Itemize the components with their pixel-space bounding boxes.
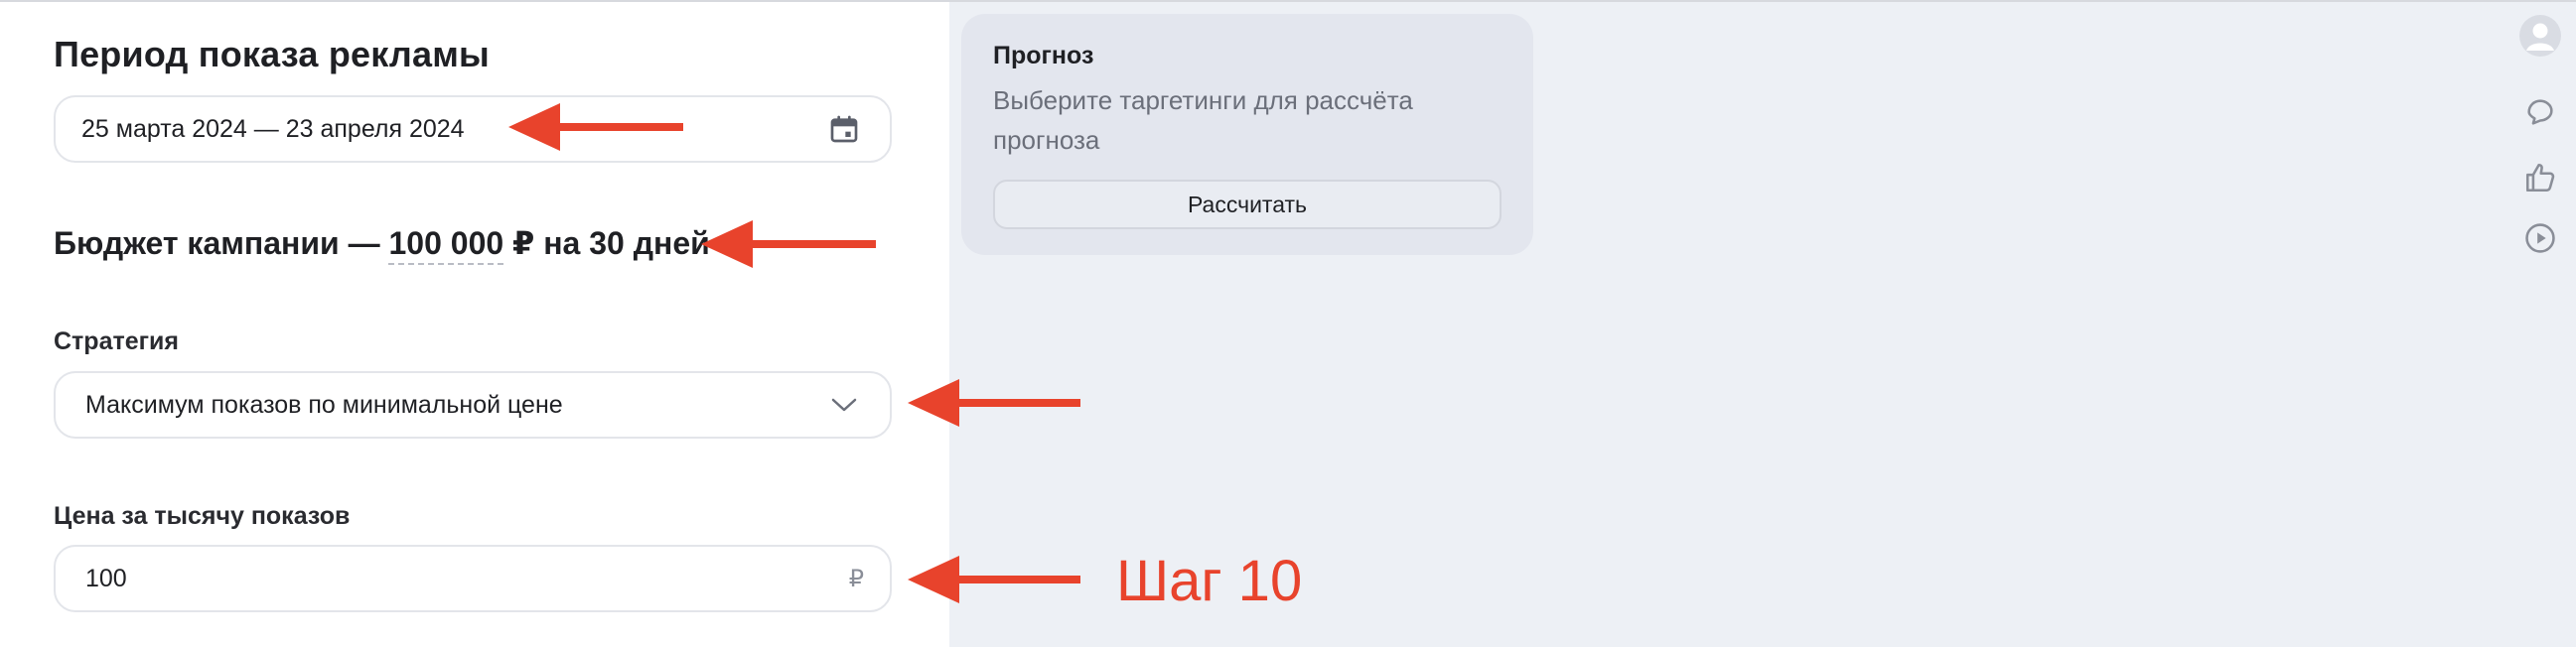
arrow-budget-annotation [701, 220, 876, 268]
arrow-date-annotation [508, 103, 683, 151]
strategy-label: Стратегия [54, 327, 179, 355]
strategy-selected-value: Максимум показов по минимальной цене [85, 390, 563, 419]
cpm-label: Цена за тысячу показов [54, 502, 351, 530]
date-range-value: 25 марта 2024 — 23 апреля 2024 [81, 114, 465, 143]
budget-suffix: ₽ на 30 дней [512, 225, 710, 261]
chat-icon[interactable] [2518, 90, 2562, 134]
page-title: Период показа рекламы [54, 34, 490, 74]
forecast-description: Выберите таргетинги для рассчёта прогноз… [993, 85, 1413, 155]
step-annotation-label: Шаг 10 [1116, 549, 1303, 613]
strategy-select[interactable]: Максимум показов по минимальной цене [54, 371, 892, 439]
arrow-strategy-annotation [908, 379, 1080, 427]
cpm-value: 100 [85, 564, 127, 592]
budget-prefix: Бюджет кампании — [54, 225, 380, 261]
budget-summary: Бюджет кампании — 100 000 ₽ на 30 дней [54, 224, 710, 265]
calculate-button[interactable]: Рассчитать [993, 180, 1502, 229]
thumbs-up-icon[interactable] [2518, 156, 2562, 199]
currency-symbol: ₽ [848, 565, 864, 592]
calendar-icon[interactable] [824, 109, 864, 149]
budget-amount-link[interactable]: 100 000 [388, 225, 504, 265]
arrow-cpm-annotation [908, 556, 1080, 603]
date-range-field[interactable]: 25 марта 2024 — 23 апреля 2024 [54, 95, 892, 163]
forecast-card: Прогноз Выберите таргетинги для рассчёта… [961, 14, 1533, 255]
avatar-icon[interactable] [2518, 14, 2562, 58]
forecast-title: Прогноз [993, 42, 1094, 69]
cpm-input[interactable]: 100 ₽ [54, 545, 892, 612]
play-icon[interactable] [2518, 216, 2562, 260]
chevron-down-icon [824, 385, 864, 425]
